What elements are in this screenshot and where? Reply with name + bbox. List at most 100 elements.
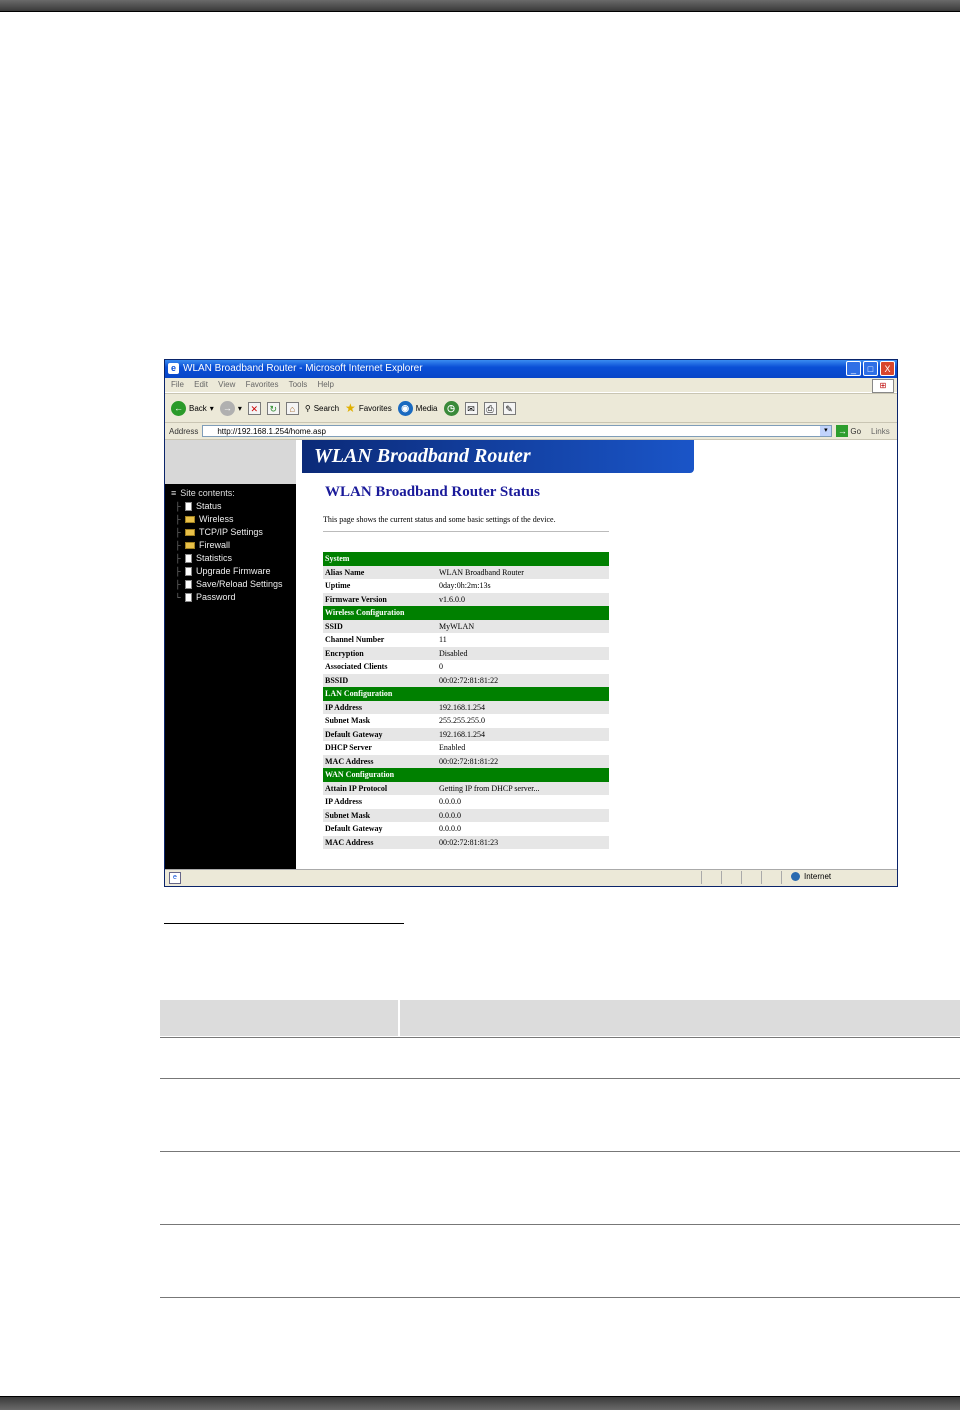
media-button[interactable]: ◉ Media bbox=[397, 400, 438, 416]
menu-tools[interactable]: Tools bbox=[289, 380, 308, 389]
nav-item-label: Statistics bbox=[196, 553, 233, 563]
chevron-down-icon[interactable]: ▾ bbox=[210, 404, 214, 413]
address-bar: Address http://192.168.1.254/home.asp ▾ … bbox=[165, 423, 897, 440]
status-table: System Alias Name WLAN Broadband Router U… bbox=[323, 552, 609, 849]
home-icon[interactable]: ⌂ bbox=[285, 401, 299, 415]
table-row: Default Gateway 192.168.1.254 bbox=[323, 727, 609, 741]
folder-icon bbox=[185, 528, 195, 536]
nav-item-label: Firewall bbox=[199, 540, 231, 550]
nav-item-upgrade-firmware[interactable]: ├ Upgrade Firmware bbox=[175, 566, 271, 576]
page-icon bbox=[185, 592, 192, 602]
section-header-wireless: Wireless Configuration bbox=[323, 606, 609, 620]
table-row: SSID MyWLAN bbox=[323, 619, 609, 633]
site-contents-nav: ≡ Site contents: ├ Status ├ Wireless ├ TCP/… bbox=[165, 484, 296, 870]
url-text: http://192.168.1.254/home.asp bbox=[217, 427, 326, 436]
divider bbox=[323, 531, 609, 532]
table-row: Uptime 0day:0h:2m:13s bbox=[323, 579, 609, 593]
favorites-button[interactable]: ★ Favorites bbox=[345, 401, 392, 415]
nav-item-label: Status bbox=[196, 501, 222, 511]
page-icon bbox=[185, 579, 192, 589]
page-bottom-rule bbox=[0, 1396, 960, 1410]
page-content: WLAN Broadband Router ≡ Site contents: ├… bbox=[165, 440, 897, 870]
left-header bbox=[165, 440, 296, 484]
page-icon bbox=[185, 566, 192, 576]
search-button[interactable]: ⚲ Search bbox=[305, 404, 339, 413]
refresh-icon[interactable]: ↻ bbox=[266, 401, 280, 415]
router-banner: WLAN Broadband Router bbox=[302, 440, 694, 473]
nav-item-statistics[interactable]: ├ Statistics bbox=[175, 553, 232, 563]
search-label: Search bbox=[313, 403, 340, 413]
stop-icon[interactable]: ✕ bbox=[247, 401, 261, 415]
go-arrow-icon: → bbox=[836, 425, 849, 437]
page-icon bbox=[185, 553, 192, 563]
forward-button[interactable]: → ▾ bbox=[219, 400, 242, 416]
minimize-button[interactable]: _ bbox=[846, 361, 861, 376]
tree-root-icon: ≡ bbox=[171, 488, 177, 498]
menu-bar: File Edit View Favorites Tools Help ⊞ bbox=[165, 378, 897, 393]
page-top-rule bbox=[0, 0, 960, 12]
table-rule bbox=[160, 1037, 960, 1038]
nav-item-password[interactable]: └ Password bbox=[175, 592, 236, 602]
edit-icon[interactable]: ✎ bbox=[502, 401, 516, 415]
nav-item-tcpip-settings[interactable]: ├ TCP/IP Settings bbox=[175, 527, 263, 537]
section-header-system: System bbox=[323, 552, 609, 566]
star-icon: ★ bbox=[345, 401, 356, 415]
table-rule bbox=[160, 1151, 960, 1152]
nav-heading-label: Site contents: bbox=[180, 488, 235, 498]
security-zone: Internet bbox=[791, 872, 831, 881]
table-row: Subnet Mask 0.0.0.0 bbox=[323, 808, 609, 822]
favorites-label: Favorites bbox=[358, 403, 392, 413]
table-row: Default Gateway 0.0.0.0 bbox=[323, 822, 609, 836]
windows-flag-icon: ⊞ bbox=[872, 379, 894, 393]
page-description: This page shows the current status and s… bbox=[323, 515, 556, 524]
section-header-lan: LAN Configuration bbox=[323, 687, 609, 701]
table-row: Associated Clients 0 bbox=[323, 660, 609, 674]
nav-item-label: TCP/IP Settings bbox=[199, 527, 263, 537]
print-icon[interactable]: ⎙ bbox=[483, 401, 497, 415]
nav-heading: ≡ Site contents: bbox=[171, 488, 235, 498]
links-button[interactable]: Links bbox=[871, 427, 890, 436]
address-label: Address bbox=[169, 426, 199, 436]
nav-item-save-reload-settings[interactable]: ├ Save/Reload Settings bbox=[175, 579, 283, 589]
nav-item-label: Password bbox=[196, 592, 236, 602]
zone-label: Internet bbox=[804, 872, 832, 881]
menu-edit[interactable]: Edit bbox=[194, 380, 208, 389]
table-row: Channel Number 11 bbox=[323, 633, 609, 647]
mail-icon[interactable]: ✉ bbox=[464, 401, 478, 415]
page-icon: e bbox=[169, 872, 181, 884]
back-button[interactable]: ← Back ▾ bbox=[171, 400, 214, 416]
table-row: IP Address 0.0.0.0 bbox=[323, 795, 609, 809]
window-title: WLAN Broadband Router - Microsoft Intern… bbox=[183, 363, 423, 374]
table-row: Firmware Version v1.6.0.0 bbox=[323, 592, 609, 606]
history-icon[interactable]: ◷ bbox=[443, 400, 459, 416]
chevron-down-icon[interactable]: ▾ bbox=[820, 426, 832, 436]
browser-window: e WLAN Broadband Router - Microsoft Inte… bbox=[164, 359, 898, 887]
go-button[interactable]: → Go bbox=[836, 425, 861, 437]
chevron-down-icon[interactable]: ▾ bbox=[238, 404, 242, 413]
table-row: MAC Address 00:02:72:81:81:22 bbox=[323, 754, 609, 768]
media-label: Media bbox=[415, 403, 438, 413]
nav-item-wireless[interactable]: ├ Wireless bbox=[175, 514, 234, 524]
menu-view[interactable]: View bbox=[218, 380, 235, 389]
table-header bbox=[160, 1000, 960, 1036]
nav-item-label: Save/Reload Settings bbox=[196, 579, 283, 589]
nav-item-status[interactable]: ├ Status bbox=[175, 501, 222, 511]
table-rule bbox=[160, 1297, 960, 1298]
media-icon: ◉ bbox=[397, 400, 413, 416]
section-header-wan: WAN Configuration bbox=[323, 768, 609, 782]
page-icon bbox=[185, 501, 192, 511]
maximize-button[interactable]: □ bbox=[863, 361, 878, 376]
close-button[interactable]: X bbox=[880, 361, 895, 376]
back-label: Back bbox=[189, 403, 207, 413]
menu-favorites[interactable]: Favorites bbox=[246, 380, 279, 389]
menu-help[interactable]: Help bbox=[318, 380, 334, 389]
menu-file[interactable]: File bbox=[171, 380, 184, 389]
ie-logo-icon: e bbox=[168, 363, 179, 374]
table-row: Attain IP Protocol Getting IP from DHCP s… bbox=[323, 781, 609, 795]
table-row: MAC Address 00:02:72:81:81:23 bbox=[323, 835, 609, 849]
window-titlebar[interactable]: e WLAN Broadband Router - Microsoft Inte… bbox=[165, 360, 897, 378]
nav-item-firewall[interactable]: ├ Firewall bbox=[175, 540, 230, 550]
back-arrow-icon: ← bbox=[171, 400, 186, 416]
address-input[interactable]: http://192.168.1.254/home.asp ▾ bbox=[202, 425, 833, 437]
search-icon: ⚲ bbox=[304, 403, 311, 413]
